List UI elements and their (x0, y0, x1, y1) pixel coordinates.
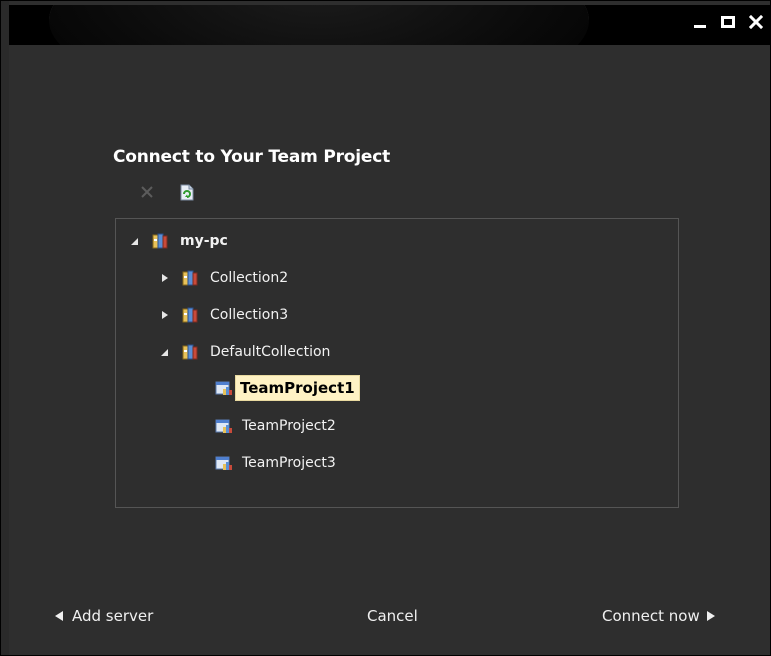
collection-icon (181, 269, 199, 287)
collection-label: Collection2 (210, 270, 289, 286)
title-bar-arc-decoration (49, 5, 589, 45)
add-server-button[interactable]: Add server (54, 607, 153, 625)
collection-icon (181, 343, 199, 361)
left-arrow-icon (55, 611, 63, 621)
close-x-icon[interactable] (139, 183, 155, 201)
dialog-heading: Connect to Your Team Project (113, 147, 391, 167)
project-label: TeamProject2 (242, 418, 336, 434)
add-server-label: Add server (72, 607, 154, 625)
server-label: my-pc (180, 233, 228, 249)
connect-dialog-window: Connect to Your Team Project my-pc Colle… (0, 0, 771, 656)
collapsed-arrow-icon[interactable] (159, 273, 169, 283)
cancel-button[interactable]: Cancel (367, 607, 418, 625)
tree-node-collection[interactable]: Collection3 (159, 302, 291, 328)
tree-node-project[interactable]: TeamProject3 (215, 450, 339, 476)
expanded-arrow-icon[interactable] (159, 347, 169, 357)
tree-node-server[interactable]: my-pc (129, 228, 231, 254)
server-icon (151, 232, 169, 250)
collection-label: DefaultCollection (210, 344, 331, 360)
minimize-icon[interactable] (692, 14, 708, 30)
team-project-icon (215, 454, 233, 472)
expanded-arrow-icon[interactable] (129, 236, 139, 246)
window-controls (692, 14, 764, 30)
window-left-edge (1, 1, 9, 655)
tree-toolbar (139, 183, 195, 201)
team-project-icon (215, 417, 233, 435)
team-project-icon (215, 379, 233, 397)
project-label: TeamProject3 (242, 455, 336, 471)
tree-node-collection[interactable]: DefaultCollection (159, 339, 333, 365)
connect-now-button[interactable]: Connect now (602, 607, 716, 625)
title-bar[interactable] (9, 5, 770, 45)
tree-node-project[interactable]: TeamProject2 (215, 413, 339, 439)
project-label-selected: TeamProject1 (235, 375, 360, 401)
cancel-label: Cancel (367, 607, 418, 625)
tree-node-collection[interactable]: Collection2 (159, 265, 291, 291)
collection-label: Collection3 (210, 307, 289, 323)
tree-node-project[interactable]: TeamProject1 (215, 375, 360, 401)
connect-now-label: Connect now (602, 607, 700, 625)
project-tree[interactable]: my-pc Collection2 Collection3 DefaultCol… (115, 218, 679, 508)
right-arrow-icon (706, 611, 715, 621)
collapsed-arrow-icon[interactable] (159, 310, 169, 320)
refresh-icon[interactable] (179, 183, 195, 201)
maximize-icon[interactable] (720, 14, 736, 30)
collection-icon (181, 306, 199, 324)
close-icon[interactable] (748, 14, 764, 30)
